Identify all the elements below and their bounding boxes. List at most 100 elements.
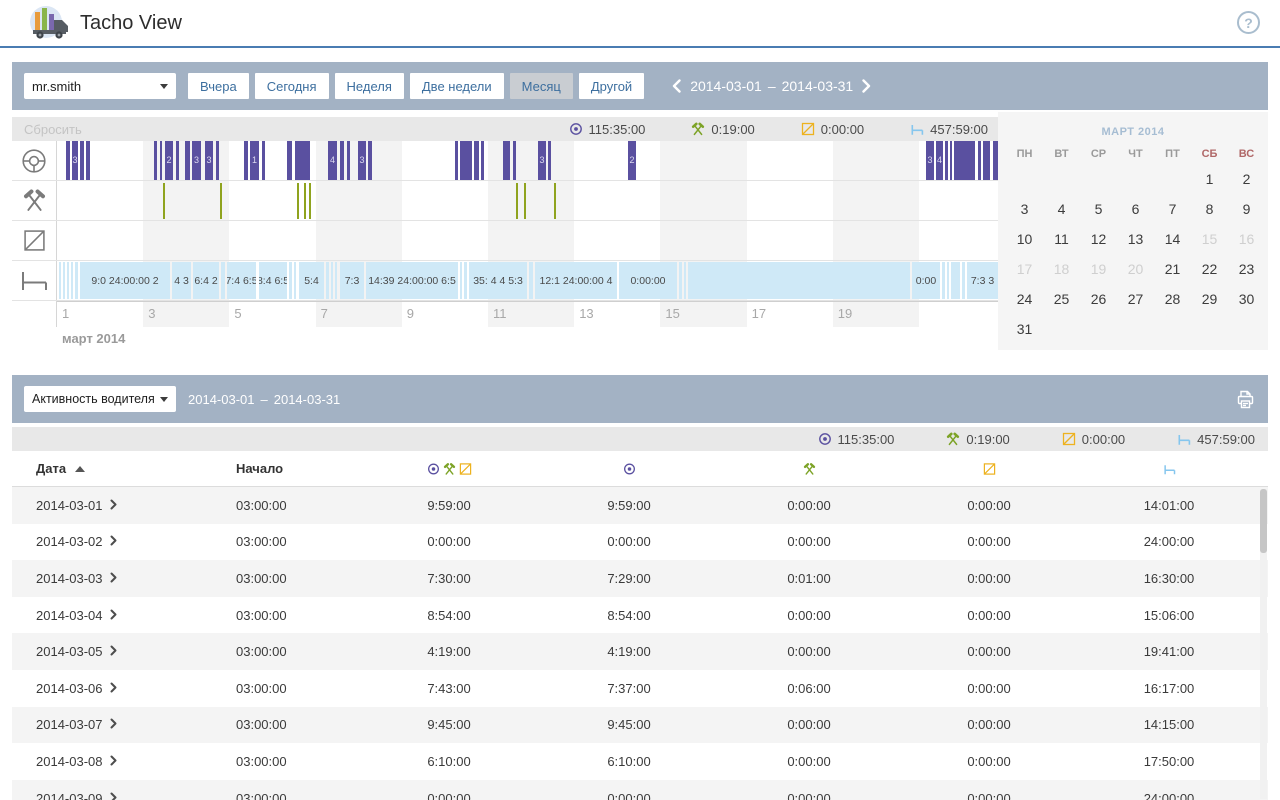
row-date[interactable]: 2014-03-08: [36, 754, 236, 769]
calendar-day-2[interactable]: 2: [1228, 164, 1265, 194]
rest-icon: [1163, 462, 1176, 475]
calendar-day-11[interactable]: 11: [1043, 224, 1080, 254]
calendar-day-3[interactable]: 3: [1006, 194, 1043, 224]
expand-row-icon[interactable]: [110, 791, 117, 800]
calendar-day-7[interactable]: 7: [1154, 194, 1191, 224]
driver-select[interactable]: mr.smith: [24, 73, 176, 99]
column-header-work[interactable]: [719, 462, 899, 475]
row-date[interactable]: 2014-03-02: [36, 534, 236, 549]
next-period-button[interactable]: [862, 79, 871, 93]
calendar-day-28[interactable]: 28: [1154, 284, 1191, 314]
caret-down-icon: [160, 84, 168, 89]
calendar-day-12[interactable]: 12: [1080, 224, 1117, 254]
table-row-2014-03-06[interactable]: 2014-03-0603:00:007:43:007:37:000:06:000…: [12, 670, 1268, 707]
timeline-month-label: март 2014: [62, 327, 998, 346]
help-button[interactable]: ?: [1237, 11, 1260, 34]
cell-rest: 24:00:00: [1079, 534, 1259, 549]
column-header-rest[interactable]: [1079, 462, 1259, 475]
calendar-day-15[interactable]: 15: [1191, 224, 1228, 254]
calendar-day-1[interactable]: 1: [1191, 164, 1228, 194]
calendar-day-26[interactable]: 26: [1080, 284, 1117, 314]
scrollbar-thumb[interactable]: [1260, 489, 1267, 553]
range-button-week[interactable]: Неделя: [335, 73, 404, 99]
column-header-availability[interactable]: [899, 462, 1079, 475]
range-button-other[interactable]: Другой: [579, 73, 644, 99]
rest-segment: 7:4 6:5: [227, 262, 256, 299]
cell-start: 03:00:00: [236, 571, 359, 586]
calendar-day-25[interactable]: 25: [1043, 284, 1080, 314]
row-date[interactable]: 2014-03-06: [36, 681, 236, 696]
report-type-select[interactable]: Активность водителя: [24, 386, 176, 412]
range-button-yesterday[interactable]: Вчера: [188, 73, 249, 99]
table-row-2014-03-04[interactable]: 2014-03-0403:00:008:54:008:54:000:00:000…: [12, 597, 1268, 634]
calendar-day-21[interactable]: 21: [1154, 254, 1191, 284]
rest-segment: [460, 262, 462, 299]
row-date[interactable]: 2014-03-04: [36, 608, 236, 623]
expand-row-icon[interactable]: [110, 608, 117, 623]
calendar-day-23[interactable]: 23: [1228, 254, 1265, 284]
reset-zoom-button[interactable]: Сбросить: [24, 122, 82, 137]
row-date[interactable]: 2014-03-05: [36, 644, 236, 659]
calendar-day-19[interactable]: 19: [1080, 254, 1117, 284]
column-header-driving[interactable]: [539, 462, 719, 475]
calendar-day-17[interactable]: 17: [1006, 254, 1043, 284]
range-button-two-weeks[interactable]: Две недели: [410, 73, 504, 99]
calendar-day-10[interactable]: 10: [1006, 224, 1043, 254]
app-header: Tacho View ?: [0, 0, 1280, 48]
column-header-start[interactable]: Начало: [236, 461, 359, 476]
table-row-2014-03-05[interactable]: 2014-03-0503:00:004:19:004:19:000:00:000…: [12, 633, 1268, 670]
calendar-day-20[interactable]: 20: [1117, 254, 1154, 284]
day-stripe: [833, 221, 919, 260]
row-date[interactable]: 2014-03-07: [36, 717, 236, 732]
print-button[interactable]: [1235, 389, 1256, 410]
calendar-day-14[interactable]: 14: [1154, 224, 1191, 254]
column-header-activity-total[interactable]: [359, 462, 539, 475]
row-date[interactable]: 2014-03-09: [36, 791, 236, 800]
expand-row-icon[interactable]: [110, 717, 117, 732]
calendar-day-9[interactable]: 9: [1228, 194, 1265, 224]
rest-segment: 8:4 6:5: [259, 262, 287, 299]
calendar-day-4[interactable]: 4: [1043, 194, 1080, 224]
expand-row-icon[interactable]: [110, 644, 117, 659]
driving-bar: [368, 141, 372, 180]
driving-icon: [818, 432, 832, 446]
table-row-2014-03-03[interactable]: 2014-03-0303:00:007:30:007:29:000:01:000…: [12, 560, 1268, 597]
table-row-2014-03-09[interactable]: 2014-03-0903:00:000:00:000:00:000:00:000…: [12, 780, 1268, 800]
expand-row-icon[interactable]: [110, 571, 117, 586]
calendar-day-30[interactable]: 30: [1228, 284, 1265, 314]
driving-bar: [548, 141, 551, 180]
calendar-day-8[interactable]: 8: [1191, 194, 1228, 224]
calendar-day-22[interactable]: 22: [1191, 254, 1228, 284]
table-row-2014-03-08[interactable]: 2014-03-0803:00:006:10:006:10:000:00:000…: [12, 743, 1268, 780]
cell-availability: 0:00:00: [899, 498, 1079, 513]
expand-row-icon[interactable]: [110, 498, 117, 513]
table-row-2014-03-01[interactable]: 2014-03-0103:00:009:59:009:59:000:00:000…: [12, 487, 1268, 524]
rest-segment: 14:39 24:00:00 6:5: [366, 262, 458, 299]
calendar-day-18[interactable]: 18: [1043, 254, 1080, 284]
work-track: [57, 181, 998, 220]
calendar-day-24[interactable]: 24: [1006, 284, 1043, 314]
column-header-date[interactable]: Дата: [36, 461, 236, 476]
range-button-month[interactable]: Месяц: [510, 73, 573, 99]
row-date[interactable]: 2014-03-01: [36, 498, 236, 513]
calendar-day-31[interactable]: 31: [1006, 314, 1043, 344]
row-date[interactable]: 2014-03-03: [36, 571, 236, 586]
expand-row-icon[interactable]: [110, 681, 117, 696]
calendar-day-27[interactable]: 27: [1117, 284, 1154, 314]
table-row-2014-03-07[interactable]: 2014-03-0703:00:009:45:009:45:000:00:000…: [12, 707, 1268, 744]
cell-driving: 6:10:00: [539, 754, 719, 769]
table-scrollbar[interactable]: [1260, 489, 1267, 799]
calendar-day-6[interactable]: 6: [1117, 194, 1154, 224]
expand-row-icon[interactable]: [110, 754, 117, 769]
calendar-day-16[interactable]: 16: [1228, 224, 1265, 254]
driving-bar: [216, 141, 219, 180]
rest-segment: [679, 262, 682, 299]
calendar-day-5[interactable]: 5: [1080, 194, 1117, 224]
calendar-day-29[interactable]: 29: [1191, 284, 1228, 314]
calendar-day-13[interactable]: 13: [1117, 224, 1154, 254]
table-row-2014-03-02[interactable]: 2014-03-0203:00:000:00:000:00:000:00:000…: [12, 524, 1268, 561]
prev-period-button[interactable]: [672, 79, 681, 93]
square-diagonal-icon: [12, 221, 57, 260]
expand-row-icon[interactable]: [110, 534, 117, 549]
range-button-today[interactable]: Сегодня: [255, 73, 329, 99]
